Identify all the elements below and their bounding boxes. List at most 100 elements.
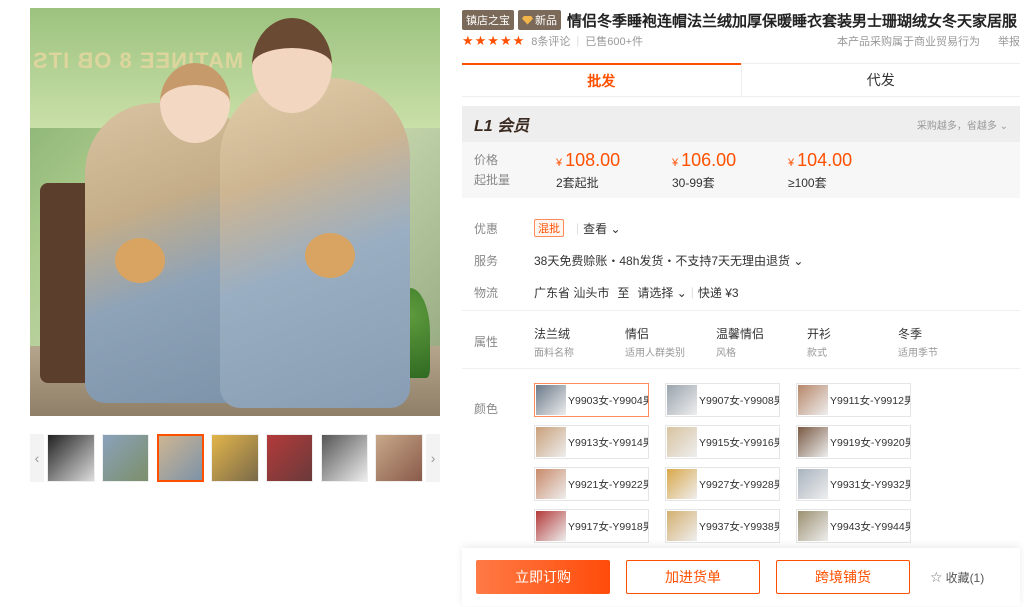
color-option-label: Y9911女-Y9912男 [830, 394, 911, 407]
color-option-label: Y9903女-Y9904男 [568, 394, 649, 407]
color-option[interactable]: Y9943女-Y9944男 [796, 509, 911, 543]
currency-symbol: ¥ [788, 157, 795, 169]
color-option[interactable]: Y9903女-Y9904男 [534, 383, 649, 417]
tab-dropship[interactable]: 代发 [740, 63, 1020, 96]
purchase-tabs: 批发 代发 [462, 63, 1020, 97]
member-level: L1 会员 [474, 118, 530, 135]
attribute-key: 适用季节 [898, 348, 938, 359]
to-text: 至 [617, 285, 630, 300]
color-swatch [798, 469, 828, 499]
color-option[interactable]: Y9937女-Y9938男 [665, 509, 780, 543]
thumbnail-strip: ‹ › [30, 434, 441, 482]
attribute-value: 情侣 [625, 327, 650, 341]
color-swatch [798, 385, 828, 415]
logistics-label: 物流 [474, 285, 499, 300]
service-label: 服务 [474, 253, 499, 268]
color-option-label: Y9919女-Y9920男 [830, 436, 911, 449]
thumbnail[interactable] [102, 434, 150, 482]
diamond-icon [522, 15, 533, 25]
review-count-link[interactable]: 8条评论 [531, 33, 570, 49]
bulk-discount-tip[interactable]: 采购越多，省越多 ⌄ [917, 117, 1008, 132]
thumbnail[interactable] [47, 434, 95, 482]
tier-price-value: 106.00 [681, 150, 737, 170]
product-title: 情侣冬季睡袍连帽法兰绒加厚保暖睡衣套装男士珊瑚绒女冬天家居服 [567, 12, 1018, 30]
paw-pocket [305, 233, 355, 278]
star-outline-icon: ☆ [930, 568, 943, 585]
favorite-button[interactable]: ☆ 收藏(1) [930, 569, 984, 586]
thumbnail[interactable] [156, 434, 205, 482]
currency-symbol: ¥ [556, 157, 563, 169]
tier-price-value: 108.00 [565, 150, 621, 170]
thumb-next-icon[interactable]: › [426, 434, 441, 482]
rating-row: ★★★★★ 8条评论 | 已售600+件 本产品采购属于商业贸易行为 举报 [462, 33, 1020, 49]
order-now-button[interactable]: 立即订购 [476, 560, 610, 594]
tab-wholesale[interactable]: 批发 [462, 63, 741, 96]
attribute-value: 温馨情侣 [716, 327, 765, 341]
attributes-label: 属性 [474, 335, 499, 349]
service-text[interactable]: 38天免费赊账・48h发货・不支持7天无理由退货 ⌄ [534, 252, 803, 269]
store-treasure-badge: 镇店之宝 [462, 10, 514, 30]
color-option[interactable]: Y9919女-Y9920男 [796, 425, 911, 459]
color-swatch [798, 427, 828, 457]
divider: | [690, 285, 694, 299]
color-option-label: Y9907女-Y9908男 [699, 394, 780, 407]
color-option[interactable]: Y9927女-Y9928男 [665, 467, 780, 501]
tier-quantity: 30-99套 [672, 176, 715, 190]
attribute-value: 冬季 [898, 327, 923, 341]
view-discount-link[interactable]: 查看 ⌄ [583, 220, 620, 237]
divider: | [576, 221, 580, 235]
top-right-links: 本产品采购属于商业贸易行为 举报 [819, 33, 1020, 49]
color-swatch [536, 469, 566, 499]
color-option[interactable]: Y9917女-Y9918男 [534, 509, 649, 543]
price-tier: ¥106.00 30-99套 [672, 150, 788, 192]
color-option-label: Y9913女-Y9914男 [568, 436, 649, 449]
model-male-head [252, 18, 332, 113]
price-panel: L1 会员 采购越多，省越多 ⌄ 价格 起批量 ¥108.00 2套起批 ¥10… [462, 106, 1020, 198]
color-swatch [536, 511, 566, 541]
thumbnail[interactable] [320, 434, 368, 482]
color-option-label: Y9927女-Y9928男 [699, 478, 780, 491]
thumb-prev-icon[interactable]: ‹ [30, 434, 44, 482]
price-tier: ¥104.00 ≥100套 [788, 150, 904, 192]
attribute-key: 面料名称 [534, 348, 574, 359]
origin: 广东省 汕头市 [534, 285, 610, 300]
moq-label: 起批量 [474, 173, 511, 187]
thumbnail[interactable] [211, 434, 259, 482]
attributes-row: 属性 法兰绒 面料名称 情侣 适用人群类别 温馨情侣 风格 开衫 款式 冬季 适用季节 [474, 325, 1020, 359]
attribute: 温馨情侣 风格 [716, 325, 807, 359]
attribute-value: 法兰绒 [534, 327, 571, 341]
add-to-list-button[interactable]: 加进货单 [626, 560, 760, 594]
sold-count: 已售600+件 [585, 36, 644, 48]
attribute-key: 适用人群类别 [625, 348, 685, 359]
thumbnail[interactable] [265, 434, 314, 482]
color-option[interactable]: Y9913女-Y9914男 [534, 425, 649, 459]
business-note-link[interactable]: 本产品采购属于商业贸易行为 [837, 33, 980, 49]
tier-price: ¥104.00 [788, 150, 904, 173]
color-option[interactable]: Y9911女-Y9912男 [796, 383, 911, 417]
destination-select[interactable]: 请选择 ⌄ [637, 284, 686, 301]
divider-line [462, 368, 1020, 369]
attribute: 情侣 适用人群类别 [625, 325, 716, 359]
detail-rows: 优惠 混批 | 查看 ⌄ 服务 38天免费赊账・48h发货・不支持7天无理由退货… [462, 212, 1020, 308]
color-swatch [536, 385, 566, 415]
color-option[interactable]: Y9915女-Y9916男 [665, 425, 780, 459]
color-swatch [667, 385, 697, 415]
product-gallery: MATINEE 8 OB ITS ‹ › [30, 8, 441, 482]
star-rating-icon: ★★★★★ [462, 33, 526, 48]
color-option[interactable]: Y9907女-Y9908男 [665, 383, 780, 417]
color-option-label: Y9943女-Y9944男 [830, 520, 911, 533]
color-option[interactable]: Y9931女-Y9932男 [796, 467, 911, 501]
attribute-key: 风格 [716, 348, 736, 359]
color-swatch [798, 511, 828, 541]
cross-border-button[interactable]: 跨境铺货 [776, 560, 910, 594]
currency-symbol: ¥ [672, 157, 679, 169]
divider: | [576, 35, 580, 47]
tier-price-value: 104.00 [797, 150, 853, 170]
color-option[interactable]: Y9921女-Y9922男 [534, 467, 649, 501]
color-option-label: Y9937女-Y9938男 [699, 520, 780, 533]
main-product-image[interactable]: MATINEE 8 OB ITS [30, 8, 440, 416]
report-link[interactable]: 举报 [998, 33, 1020, 49]
thumbnail[interactable] [375, 434, 423, 482]
tier-quantity: ≥100套 [788, 176, 827, 190]
service-row: 服务 38天免费赊账・48h发货・不支持7天无理由退货 ⌄ [462, 244, 1020, 276]
